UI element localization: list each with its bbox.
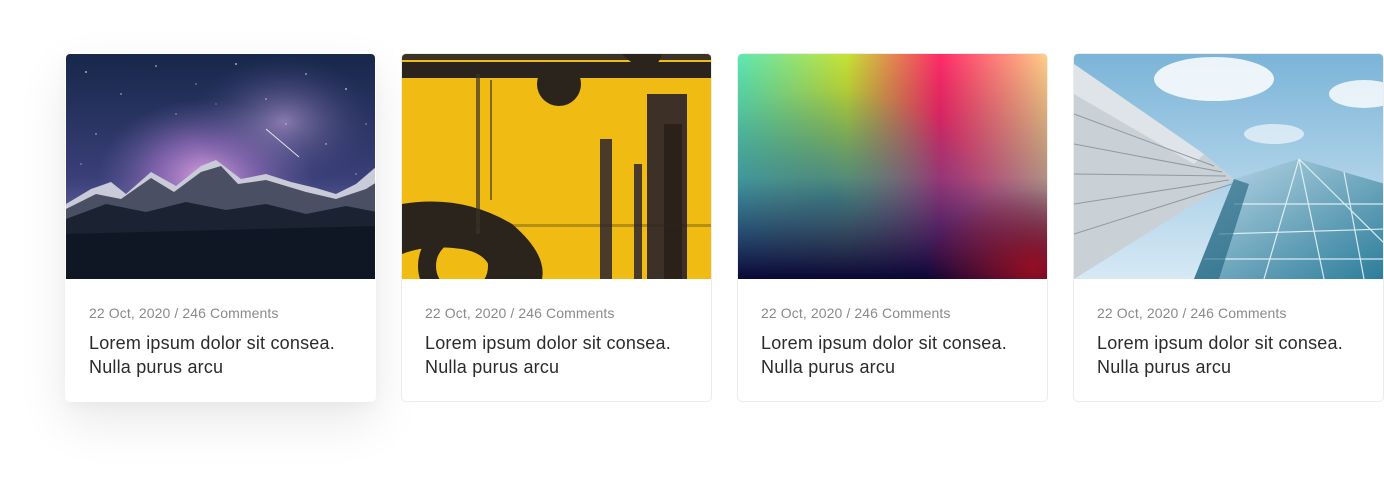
- mountain-milky-way-image[interactable]: [66, 54, 375, 279]
- post-title[interactable]: Lorem ipsum dolor sit consea. Nulla puru…: [425, 331, 690, 379]
- post-meta: 22 Oct, 2020 / 246 Comments: [425, 305, 615, 321]
- post-meta: 22 Oct, 2020 / 246 Comments: [1097, 305, 1287, 321]
- glass-building-image[interactable]: [1074, 54, 1383, 279]
- post-meta: 22 Oct, 2020 / 246 Comments: [761, 305, 951, 321]
- post-title[interactable]: Lorem ipsum dolor sit consea. Nulla puru…: [1097, 331, 1362, 379]
- post-title[interactable]: Lorem ipsum dolor sit consea. Nulla puru…: [89, 331, 354, 379]
- post-meta: 22 Oct, 2020 / 246 Comments: [89, 305, 279, 321]
- color-gradient-image[interactable]: [738, 54, 1047, 279]
- blog-card[interactable]: 22 Oct, 2020 / 246 Comments Lorem ipsum …: [401, 53, 712, 402]
- blog-card[interactable]: 22 Oct, 2020 / 246 Comments Lorem ipsum …: [737, 53, 1048, 402]
- blog-card-grid: 22 Oct, 2020 / 246 Comments Lorem ipsum …: [0, 0, 1384, 478]
- blog-card[interactable]: 22 Oct, 2020 / 246 Comments Lorem ipsum …: [65, 53, 376, 402]
- yellow-painted-wall-image[interactable]: [402, 54, 711, 279]
- blog-card[interactable]: 22 Oct, 2020 / 246 Comments Lorem ipsum …: [1073, 53, 1384, 402]
- post-title[interactable]: Lorem ipsum dolor sit consea. Nulla puru…: [761, 331, 1026, 379]
